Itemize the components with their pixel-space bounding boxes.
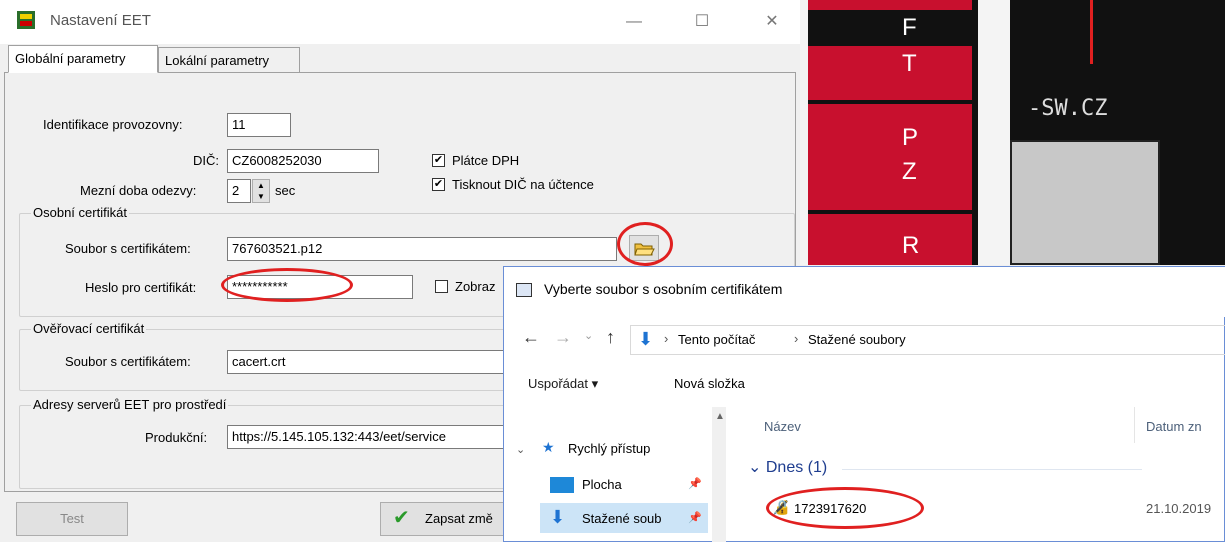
- timeout-unit: sec: [275, 183, 296, 198]
- chevron-down-icon[interactable]: ⌄: [516, 443, 525, 456]
- cert-file-field[interactable]: 767603521.p12: [227, 237, 617, 261]
- forward-icon[interactable]: →: [554, 327, 572, 348]
- up-icon[interactable]: ↑: [606, 327, 615, 348]
- timeout-field[interactable]: 2: [227, 179, 251, 203]
- platce-label: Plátce DPH: [452, 153, 520, 168]
- terminal-panel: [1010, 140, 1160, 265]
- tisk-checkbox[interactable]: ✔: [432, 178, 445, 191]
- dialog-icon: [516, 283, 532, 297]
- tab-global[interactable]: Globální parametry: [8, 45, 158, 73]
- back-icon[interactable]: ←: [522, 327, 540, 348]
- password-label: Heslo pro certifikát:: [85, 280, 197, 295]
- show-password-checkbox[interactable]: [435, 280, 448, 293]
- highlight-ring: [766, 487, 924, 529]
- desktop-icon: [550, 477, 574, 493]
- marker-line: [1090, 0, 1093, 64]
- window-title: Nastavení EET: [50, 12, 151, 29]
- dic-field[interactable]: CZ6008252030: [227, 149, 379, 173]
- col-name-header[interactable]: Název: [764, 419, 801, 434]
- tisk-label: Tisknout DIČ na účtence: [452, 177, 594, 192]
- highlight-ring: [221, 268, 353, 302]
- divider: [842, 469, 1142, 470]
- chevron-down-icon[interactable]: ⌄: [584, 329, 593, 342]
- save-button-label: Zapsat změ: [425, 511, 493, 526]
- group-label: Dnes (1): [765, 459, 828, 476]
- file-list: Název Datum zn ⌄ Dnes (1) 🔏 1723917620 2…: [734, 407, 1225, 542]
- organize-menu[interactable]: Uspořádat ▾: [528, 376, 598, 392]
- fd-title-bar: Vyberte soubor s osobním certifikátem: [504, 267, 1225, 317]
- col-date-header[interactable]: Datum zn: [1146, 419, 1202, 434]
- divider: [1134, 407, 1135, 443]
- path-segment[interactable]: Tento počítač: [678, 332, 755, 347]
- verify-file-label: Soubor s certifikátem:: [65, 354, 191, 369]
- path-segment[interactable]: Stažené soubory: [808, 332, 906, 347]
- timeout-spinner[interactable]: ▲ ▼: [252, 179, 270, 203]
- pin-icon: 📌: [688, 512, 702, 524]
- nav-item-downloads[interactable]: Stažené soub: [582, 511, 662, 526]
- nav-scrollbar[interactable]: [712, 407, 726, 542]
- cert-file-label: Soubor s certifikátem:: [65, 241, 191, 256]
- strip-letter: P: [902, 124, 919, 151]
- divider: [972, 0, 978, 265]
- nav-item-quick-access[interactable]: Rychlý přístup: [568, 441, 650, 456]
- nav-item-desktop[interactable]: Plocha: [582, 477, 622, 492]
- separator-icon: ›: [794, 331, 799, 346]
- show-password-label: Zobraz: [455, 279, 496, 294]
- tab-local[interactable]: Lokální parametry: [158, 47, 300, 73]
- verify-file-field[interactable]: cacert.crt: [227, 350, 517, 374]
- new-folder-button[interactable]: Nová složka: [674, 376, 745, 391]
- minimize-icon[interactable]: —: [614, 8, 654, 36]
- id-label: Identifikace provozovny:: [43, 117, 183, 132]
- strip-letter: F: [902, 14, 917, 41]
- file-open-dialog: Vyberte soubor s osobním certifikátem ← …: [503, 266, 1225, 542]
- highlight-ring: [617, 222, 673, 266]
- address-bar: ← → ⌄ ↑ ⬇ › Tento počítač › Stažené soub…: [504, 317, 1225, 365]
- star-icon: ★: [542, 439, 555, 455]
- app-icon: [16, 10, 36, 30]
- timeout-label: Mezní doba odezvy:: [80, 183, 197, 198]
- strip-letter: Z: [902, 158, 917, 185]
- toolbar: Uspořádat ▾ Nová složka: [504, 365, 1225, 405]
- platce-checkbox[interactable]: ✔: [432, 154, 445, 167]
- download-icon: ⬇: [638, 329, 654, 349]
- pin-icon: 📌: [688, 478, 702, 490]
- check-icon: ✔: [393, 507, 410, 529]
- maximize-icon[interactable]: ☐: [682, 8, 722, 36]
- nav-pane: ⌄ ★ Rychlý přístup Plocha 📌 ⬇ Stažené so…: [504, 407, 726, 542]
- dic-label: DIČ:: [193, 153, 219, 168]
- strip-letter: R: [902, 232, 920, 259]
- strip-text: -SW.CZ: [1028, 96, 1108, 121]
- divider: [808, 210, 978, 214]
- id-field[interactable]: 11: [227, 113, 291, 137]
- title-bar: Nastavení EET — ☐ ✕: [0, 0, 800, 44]
- test-button[interactable]: Test: [16, 502, 128, 536]
- fd-title: Vyberte soubor s osobním certifikátem: [544, 281, 783, 297]
- group-header[interactable]: ⌄ Dnes (1): [748, 457, 827, 477]
- black-bar: [808, 10, 978, 46]
- divider: [808, 100, 978, 104]
- servers-title: Adresy serverů EET pro prostředí: [31, 397, 229, 412]
- download-icon: ⬇: [550, 507, 566, 527]
- organize-label: Uspořádat: [528, 376, 588, 391]
- background-app: F T P Z R -SW.CZ: [800, 0, 1225, 265]
- strip-letter: T: [902, 50, 917, 77]
- save-button[interactable]: ✔ Zapsat změ: [380, 502, 510, 536]
- close-icon[interactable]: ✕: [752, 8, 792, 36]
- file-date: 21.10.2019: [1146, 501, 1212, 516]
- scroll-up-icon[interactable]: ▲: [715, 411, 725, 422]
- verify-cert-title: Ověřovací certifikát: [31, 321, 147, 336]
- prod-label: Produkční:: [145, 430, 208, 445]
- separator-icon: ›: [664, 331, 669, 346]
- prod-field[interactable]: https://5.145.105.132:443/eet/service: [227, 425, 517, 449]
- personal-cert-title: Osobní certifikát: [31, 205, 129, 220]
